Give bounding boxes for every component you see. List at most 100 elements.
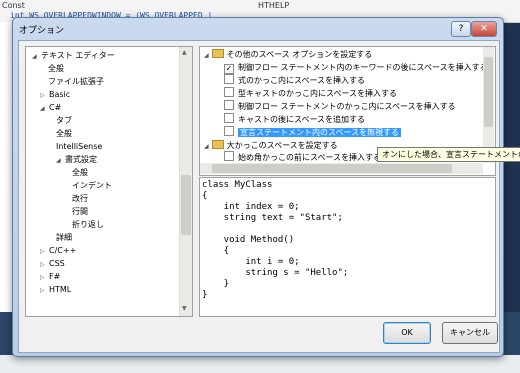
option-item[interactable]: ✓ 制御フロー ステートメント内のキーワードの後にスペースを挿入する: [224, 61, 488, 74]
option-label: 始め角かっこの前にスペースを挿入する: [238, 153, 382, 162]
code-line: {: [202, 191, 208, 201]
code-preview: class MyClass{ int index = 0; string tex…: [199, 177, 496, 317]
checkbox-checked[interactable]: ✓: [224, 64, 234, 74]
tree-item-label: 折り返し: [72, 220, 104, 229]
code-line: int i = 0;: [202, 257, 300, 267]
code-line: void Method(): [202, 235, 295, 245]
tree-item[interactable]: ▷ Basic: [40, 88, 70, 101]
group-label: 大かっこのスペースを設定する: [226, 141, 338, 150]
tree-item[interactable]: タブ: [56, 114, 72, 127]
tree-item-label: 詳細: [56, 233, 72, 242]
checkbox[interactable]: [224, 87, 234, 97]
expanded-arrow-icon[interactable]: ◢: [40, 102, 49, 115]
spacing-options-panel: ◢ その他のスペース オプションを設定する ✓ 制御フロー ステートメント内のキーワ…: [199, 46, 520, 176]
option-label: 制御フロー ステートメント内のキーワードの後にスペースを挿入する: [238, 63, 488, 72]
option-label: 式のかっこ内にスペースを挿入する: [238, 76, 366, 85]
background-const-label: Const: [2, 1, 25, 10]
folder-icon: [211, 140, 224, 149]
checkbox[interactable]: [224, 113, 234, 123]
ok-button[interactable]: OK: [383, 322, 431, 344]
tree-scroll-thumb[interactable]: [181, 175, 191, 235]
tree-item-label: 全般: [56, 129, 72, 138]
collapsed-arrow-icon[interactable]: ▷: [40, 284, 49, 297]
options-vertical-scrollbar[interactable]: [483, 47, 494, 163]
scroll-down-icon[interactable]: ▼: [182, 305, 187, 312]
checkbox[interactable]: [224, 74, 234, 84]
code-line: class MyClass: [202, 180, 273, 190]
group-label: その他のスペース オプションを設定する: [226, 50, 373, 59]
tree-item-label: Basic: [49, 90, 71, 99]
tree-item[interactable]: 全般: [48, 62, 64, 75]
tree-item-label: C/C++: [49, 246, 77, 255]
option-item[interactable]: 型キャストのかっこ内にスペースを挿入する: [224, 87, 397, 100]
tree-item-label: HTML: [49, 285, 72, 294]
tree-item[interactable]: ▷ CSS: [40, 257, 65, 270]
code-line: }: [202, 279, 230, 289]
tree-item[interactable]: 行間: [72, 205, 88, 218]
tree-item[interactable]: ◢ テキスト エディター: [32, 49, 115, 62]
checkbox[interactable]: [224, 100, 234, 110]
tree-item-label: 全般: [48, 64, 64, 73]
tree-item-label: 改行: [72, 194, 88, 203]
tree-item[interactable]: 改行: [72, 192, 88, 205]
tree-item-label: IntelliSense: [56, 142, 103, 151]
tree-item-label: CSS: [49, 259, 65, 268]
options-dialog: オプション ? ✕ ◢ テキスト エディター 全般 ファイル拡張子 ▷ Basic ◢ C# タ…: [12, 17, 520, 357]
tree-item[interactable]: IntelliSense: [56, 140, 102, 153]
tree-item[interactable]: ◢ 書式設定: [56, 153, 97, 166]
collapse-arrow-icon[interactable]: ◢: [204, 52, 209, 59]
option-label: 型キャストのかっこ内にスペースを挿入する: [238, 89, 398, 98]
code-line: string text = "Start";: [202, 213, 343, 223]
option-item[interactable]: キャストの後にスペースを追加する: [224, 113, 365, 126]
option-item[interactable]: 制御フロー ステートメントのかっこ内にスペースを挿入する: [224, 100, 456, 113]
option-label: 制御フロー ステートメントのかっこ内にスペースを挿入する: [238, 102, 456, 111]
option-label: 宣言ステートメント内のスペースを無視する: [238, 128, 402, 137]
background-right-label: HTHELP: [258, 1, 290, 10]
checkbox[interactable]: [224, 126, 234, 136]
tree-item[interactable]: ファイル拡張子: [48, 75, 104, 88]
code-line: int index = 0;: [202, 202, 300, 212]
options-hscroll-thumb[interactable]: [212, 164, 452, 173]
dialog-title: オプション: [19, 26, 65, 36]
expanded-arrow-icon[interactable]: ◢: [56, 154, 65, 167]
tree-item[interactable]: ◢ C#: [40, 101, 61, 114]
dialog-titlebar[interactable]: オプション ? ✕: [13, 18, 503, 40]
help-button[interactable]: ?: [451, 21, 471, 37]
option-tooltip: オンにした場合、宣言ステートメントの前: [377, 147, 520, 162]
tree-item[interactable]: 折り返し: [72, 218, 104, 231]
tree-item[interactable]: ▷ F#: [40, 270, 60, 283]
tree-item-label: ファイル拡張子: [48, 77, 104, 86]
tree-item[interactable]: インデント: [72, 179, 112, 192]
close-button[interactable]: ✕: [471, 21, 497, 37]
tree-item-label: F#: [49, 272, 61, 281]
option-item[interactable]: 宣言ステートメント内のスペースを無視する: [224, 126, 402, 139]
expanded-arrow-icon[interactable]: ◢: [32, 50, 41, 63]
tree-item-label: C#: [49, 103, 62, 112]
tree-item[interactable]: ▷ C/C++: [40, 244, 76, 257]
options-tree[interactable]: ◢ テキスト エディター 全般 ファイル拡張子 ▷ Basic ◢ C# タブ 全般 Intelli…: [25, 46, 193, 317]
option-item[interactable]: 式のかっこ内にスペースを挿入する: [224, 74, 365, 87]
code-line: }: [202, 290, 208, 300]
option-label: キャストの後にスペースを追加する: [238, 115, 366, 124]
tree-item-label: タブ: [56, 116, 72, 125]
tree-item-label: テキスト エディター: [41, 51, 115, 60]
folder-icon: [211, 49, 224, 58]
scroll-up-icon[interactable]: ▲: [182, 49, 187, 56]
options-horizontal-scrollbar[interactable]: [200, 163, 483, 174]
tree-item-label: インデント: [72, 181, 112, 190]
tree-item[interactable]: 全般: [72, 166, 88, 179]
checkbox[interactable]: [224, 151, 234, 161]
tree-item[interactable]: 全般: [56, 127, 72, 140]
tree-scrollbar[interactable]: ▲ ▼: [179, 47, 192, 316]
code-line: string s = "Hello";: [202, 268, 349, 278]
tree-item[interactable]: ▷ HTML: [40, 283, 71, 296]
dialog-client-area: ◢ テキスト エディター 全般 ファイル拡張子 ▷ Basic ◢ C# タブ 全般 Intelli…: [18, 40, 520, 353]
collapse-arrow-icon[interactable]: ◢: [204, 143, 209, 150]
background-status-strip: [0, 355, 520, 373]
options-scroll-thumb[interactable]: [484, 57, 493, 127]
tree-item-label: 全般: [72, 168, 88, 177]
group-other-spacing[interactable]: ◢ その他のスペース オプションを設定する: [204, 48, 372, 61]
cancel-button[interactable]: キャンセル: [442, 322, 498, 344]
background-editor-margin: [0, 22, 12, 312]
tree-item[interactable]: 詳細: [56, 231, 72, 244]
